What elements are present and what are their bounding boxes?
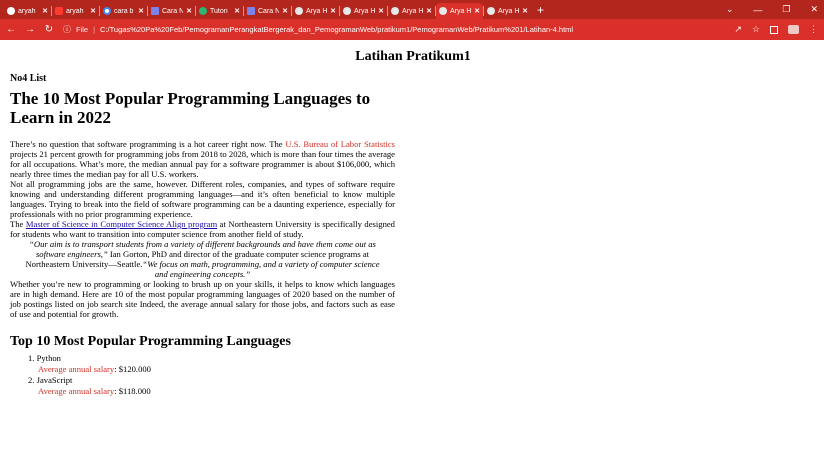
github-icon bbox=[7, 7, 15, 15]
info-icon[interactable]: ⓘ bbox=[63, 24, 71, 35]
tab-close-icon[interactable]: ✕ bbox=[42, 7, 48, 15]
tab-label: aryah bbox=[66, 7, 84, 15]
tab-strip: aryah ✕ aryah ✕ cara b ✕ Cara N ✕ Tutori ✕ Cara N ✕… bbox=[0, 0, 824, 19]
globe-icon bbox=[391, 7, 399, 15]
tab-label: cara b bbox=[114, 7, 134, 15]
globe-icon bbox=[295, 7, 303, 15]
maximize-icon[interactable]: ❐ bbox=[782, 4, 790, 15]
list-heading: Top 10 Most Popular Programming Language… bbox=[10, 334, 291, 349]
tab-label: Cara N bbox=[162, 7, 184, 15]
tab-label: aryah bbox=[18, 7, 36, 15]
toolbar-icons: ↗ ☆ ⋮ bbox=[734, 24, 818, 35]
tab-label: Cara N bbox=[258, 7, 280, 15]
new-tab-button[interactable]: + bbox=[537, 3, 544, 17]
outlook-icon bbox=[247, 7, 255, 15]
browser-tab[interactable]: Arya H ✕ bbox=[484, 3, 531, 19]
list-item: 2. JavaScript Average annual salary: $11… bbox=[28, 375, 816, 397]
menu-kebab-icon[interactable]: ⋮ bbox=[809, 24, 818, 35]
browser-tab[interactable]: Arya H ✕ bbox=[292, 3, 339, 19]
tab-label: Tutori bbox=[210, 7, 228, 15]
browser-tab[interactable]: Arya H ✕ bbox=[436, 3, 483, 19]
salary-line: Average annual salary: $120.000 bbox=[38, 364, 151, 374]
tab-close-icon[interactable]: ✕ bbox=[522, 7, 528, 15]
youtube-icon bbox=[55, 7, 63, 15]
salary-line: Average annual salary: $118.000 bbox=[38, 386, 151, 396]
side-panel-icon[interactable] bbox=[770, 25, 778, 34]
tab-close-icon[interactable]: ✕ bbox=[90, 7, 96, 15]
page-title: Latihan Pratikum1 bbox=[355, 49, 471, 64]
tab-close-icon[interactable]: ✕ bbox=[138, 7, 144, 15]
align-program-link[interactable]: Master of Science in Computer Science Al… bbox=[26, 219, 217, 229]
back-icon[interactable]: ← bbox=[6, 24, 16, 35]
tab-close-icon[interactable]: ✕ bbox=[282, 7, 288, 15]
url-field[interactable]: ⓘ File | C:/Tugas%20Pa%20Feb/PemogramanP… bbox=[63, 22, 725, 38]
language-list: 1. Python Average annual salary: $120.00… bbox=[10, 353, 816, 397]
teams-icon bbox=[151, 7, 159, 15]
browser-tab[interactable]: Arya H ✕ bbox=[340, 3, 387, 19]
tab-search-chevron-icon[interactable]: ⌄ bbox=[726, 4, 734, 15]
article-heading: The 10 Most Popular Programming Language… bbox=[10, 89, 371, 127]
globe-icon bbox=[343, 7, 351, 15]
globe-icon bbox=[487, 7, 495, 15]
browser-tab[interactable]: Arya H ✕ bbox=[388, 3, 435, 19]
subheading: No4 List bbox=[10, 73, 47, 84]
share-icon[interactable]: ↗ bbox=[734, 24, 742, 35]
tab-label: Arya H bbox=[354, 7, 376, 15]
list-item: 1. Python Average annual salary: $120.00… bbox=[28, 353, 816, 375]
tutorial-icon bbox=[199, 7, 207, 15]
bookmark-star-icon[interactable]: ☆ bbox=[752, 24, 760, 35]
tab-label: Arya H bbox=[498, 7, 520, 15]
forward-icon[interactable]: → bbox=[25, 24, 35, 35]
tab-label: Arya H bbox=[306, 7, 328, 15]
paragraph-1: There’s no question that software progra… bbox=[10, 139, 396, 179]
file-label: File bbox=[76, 25, 89, 34]
profile-avatar-icon[interactable] bbox=[788, 25, 799, 34]
browser-tab[interactable]: Cara N ✕ bbox=[244, 3, 291, 19]
url-divider: | bbox=[93, 25, 96, 34]
tab-close-icon[interactable]: ✕ bbox=[330, 7, 336, 15]
paragraph-2: Not all programming jobs are the same, h… bbox=[10, 179, 395, 219]
browser-tab[interactable]: cara b ✕ bbox=[100, 3, 147, 19]
tab-label: Arya H bbox=[402, 7, 424, 15]
page-content: Latihan Pratikum1 No4 List The 10 Most P… bbox=[0, 40, 824, 397]
tab-label: Arya H bbox=[450, 7, 472, 15]
browser-tab[interactable]: aryah ✕ bbox=[52, 3, 99, 19]
address-bar: ← → ↻ ⓘ File | C:/Tugas%20Pa%20Feb/Pemog… bbox=[0, 19, 824, 40]
window-controls: ⌄ — ❐ ✕ bbox=[726, 0, 818, 19]
paragraph-3: The Master of Science in Computer Scienc… bbox=[10, 219, 395, 239]
browser-tab[interactable]: Tutori ✕ bbox=[196, 3, 243, 19]
tab-close-icon[interactable]: ✕ bbox=[426, 7, 432, 15]
browser-tab[interactable]: Cara N ✕ bbox=[148, 3, 195, 19]
tab-close-icon[interactable]: ✕ bbox=[378, 7, 384, 15]
close-window-icon[interactable]: ✕ bbox=[810, 4, 818, 15]
bls-link[interactable]: U.S. Bureau of Labor Statistics bbox=[285, 139, 395, 149]
google-icon bbox=[103, 7, 111, 15]
blockquote: “Our aim is to transport students from a… bbox=[25, 239, 380, 279]
browser-tab[interactable]: aryah ✕ bbox=[4, 3, 51, 19]
paragraph-4: Whether you’re new to programming or loo… bbox=[10, 279, 395, 319]
tab-close-icon[interactable]: ✕ bbox=[234, 7, 240, 15]
minimize-icon[interactable]: — bbox=[753, 5, 762, 15]
tab-close-icon[interactable]: ✕ bbox=[186, 7, 192, 15]
url-text: C:/Tugas%20Pa%20Feb/PemogramanPerangkatB… bbox=[100, 25, 574, 34]
tab-close-icon[interactable]: ✕ bbox=[474, 7, 480, 15]
reload-icon[interactable]: ↻ bbox=[44, 24, 54, 35]
globe-icon bbox=[439, 7, 447, 15]
article-body: There’s no question that software progra… bbox=[10, 139, 395, 319]
